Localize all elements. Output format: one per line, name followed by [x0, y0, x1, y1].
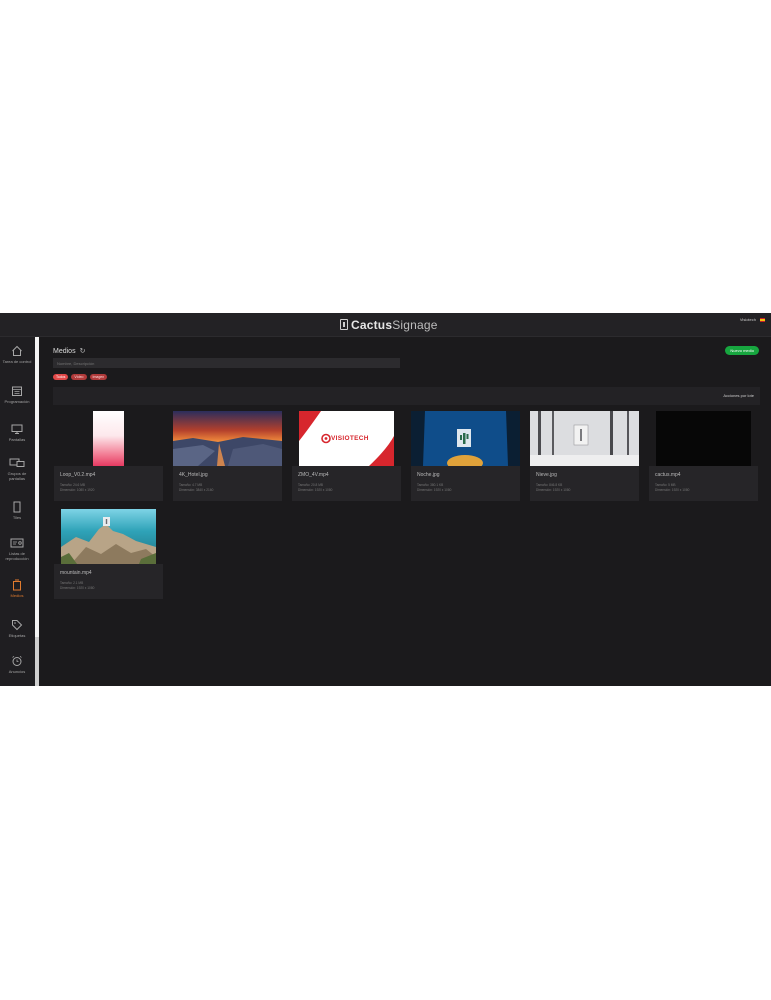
sidebar: Tarea de control Programación Pantallas …: [0, 337, 36, 686]
media-thumbnail[interactable]: [173, 411, 282, 466]
media-dimension: Dimensión: 1920 x 1080: [417, 487, 452, 492]
sidebar-item-medios[interactable]: Medios: [0, 579, 34, 598]
brand-name-bold: Cactus: [351, 317, 393, 332]
media-info: Nieve.jpg Tamaño: 846.8 KB Dimensión: 19…: [530, 466, 639, 501]
media-dimension: Dimensión: 3840 x 2160: [179, 487, 214, 492]
refresh-icon[interactable]: ↻: [80, 347, 86, 355]
sidebar-item-programacion[interactable]: Programación: [0, 385, 34, 404]
media-filename: mountain.mp4: [60, 570, 92, 576]
media-thumbnail[interactable]: VISIOTECH: [292, 411, 401, 466]
page-title: Medios: [53, 347, 76, 355]
sidebar-item-label: Pantallas: [8, 437, 26, 442]
media-dimension: Dimensión: 1080 x 1920: [60, 487, 95, 492]
batch-actions-bar: Acciones por lote: [53, 387, 760, 405]
sidebar-item-label: Etiquetas: [8, 633, 26, 638]
screens-group-icon: [9, 458, 25, 467]
media-card[interactable]: Nieve.jpg Tamaño: 846.8 KB Dimensión: 19…: [530, 411, 639, 501]
sidebar-item-tiles[interactable]: Tiles: [0, 501, 34, 520]
media-icon: [13, 579, 21, 591]
user-menu[interactable]: Visiotech: [740, 317, 765, 322]
sidebar-item-label: Grupos de pantallas: [7, 471, 27, 481]
media-filename: cactus.mp4: [655, 472, 681, 478]
main-content: Medios ↻ Nuevo medio Todos Vídeo Imagen …: [40, 337, 771, 686]
media-card[interactable]: VISIOTECH ZMO_4V.mp4 Tamaño: 20.8 MB Dim…: [292, 411, 401, 501]
media-filename: Loop_V0.2.mp4: [60, 472, 96, 478]
playlist-icon: [10, 538, 24, 548]
tile-icon: [13, 501, 21, 513]
search-input[interactable]: [53, 358, 400, 368]
cactus-logo-icon: [340, 319, 348, 330]
media-filename: 4K_Hotel.jpg: [179, 472, 208, 478]
media-card[interactable]: Loop_V0.2.mp4 Tamaño: 24.6 MB Dimensión:…: [54, 411, 163, 501]
media-info: Loop_V0.2.mp4 Tamaño: 24.6 MB Dimensión:…: [54, 466, 163, 501]
media-info: 4K_Hotel.jpg Tamaño: 4.7 MB Dimensión: 3…: [173, 466, 282, 501]
sidebar-item-label: Programación: [4, 399, 30, 404]
media-dimension: Dimensión: 1920 x 1080: [298, 487, 333, 492]
alarm-icon: [12, 655, 22, 666]
media-info: mountain.mp4 Tamaño: 2.1 MB Dimensión: 1…: [54, 564, 163, 599]
title-row: Medios ↻: [53, 347, 86, 356]
night-cactus-image: [411, 411, 520, 466]
media-thumbnail[interactable]: [54, 411, 163, 466]
sidebar-item-label: Tiles: [12, 515, 22, 520]
sunset-rocks-image: [173, 411, 282, 466]
filter-chips: Todos Vídeo Imagen: [53, 374, 108, 380]
media-info: ZMO_4V.mp4 Tamaño: 20.8 MB Dimensión: 19…: [292, 466, 401, 501]
sidebar-item-label: Anuncios: [8, 669, 26, 674]
sidebar-item-pantallas[interactable]: Pantallas: [0, 423, 34, 442]
media-thumbnail[interactable]: [411, 411, 520, 466]
media-card[interactable]: mountain.mp4 Tamaño: 2.1 MB Dimensión: 1…: [54, 509, 163, 599]
sidebar-item-label: Medios: [10, 593, 24, 598]
media-filename: Noche.jpg: [417, 472, 440, 478]
filter-image-chip[interactable]: Imagen: [89, 374, 108, 380]
tag-icon: [12, 620, 23, 631]
media-thumbnail[interactable]: [649, 411, 758, 466]
media-info: cactus.mp4 Tamaño: 5 MB Dimensión: 1920 …: [649, 466, 758, 501]
brand-logo[interactable]: CactusSignage: [340, 316, 438, 333]
media-card[interactable]: Noche.jpg Tamaño: 380.1 KB Dimensión: 19…: [411, 411, 520, 501]
batch-actions-button[interactable]: Acciones por lote: [723, 393, 754, 398]
media-card[interactable]: 4K_Hotel.jpg Tamaño: 4.7 MB Dimensión: 3…: [173, 411, 282, 501]
brand-name-light: Signage: [392, 317, 438, 332]
sidebar-scrollbar-thumb[interactable]: [35, 337, 39, 637]
media-dimension: Dimensión: 1920 x 1080: [536, 487, 571, 492]
home-icon: [12, 345, 22, 356]
app-window: CactusSignage Visiotech Tarea de control…: [0, 313, 771, 686]
media-thumbnail[interactable]: [530, 411, 639, 466]
mountain-sea-image: [61, 509, 156, 564]
sidebar-item-grupos[interactable]: Grupos de pantallas: [0, 457, 34, 481]
media-card[interactable]: cactus.mp4 Tamaño: 5 MB Dimensión: 1920 …: [649, 411, 758, 501]
visiotech-logo-text: VISIOTECH: [331, 435, 369, 442]
new-media-button[interactable]: Nuevo medio: [725, 346, 759, 355]
filter-all-chip[interactable]: Todos: [53, 374, 69, 380]
media-dimension: Dimensión: 1920 x 1080: [655, 487, 690, 492]
media-dimension: Dimensión: 1920 x 1080: [60, 585, 95, 590]
media-filename: ZMO_4V.mp4: [298, 472, 329, 478]
monitor-icon: [11, 424, 23, 434]
top-bar: CactusSignage Visiotech: [0, 313, 771, 337]
calendar-icon: [12, 386, 22, 396]
sidebar-item-dashboard[interactable]: Tarea de control: [0, 345, 34, 364]
media-thumbnail[interactable]: [54, 509, 163, 564]
sidebar-item-etiquetas[interactable]: Etiquetas: [0, 619, 34, 638]
sidebar-item-anuncios[interactable]: Anuncios: [0, 655, 34, 674]
filter-video-chip[interactable]: Vídeo: [71, 374, 87, 380]
sidebar-item-listas[interactable]: Listas de reproducción: [0, 537, 34, 561]
sidebar-item-label: Listas de reproducción: [5, 551, 29, 561]
sidebar-item-label: Tarea de control: [2, 359, 32, 364]
spain-flag-icon[interactable]: [760, 317, 765, 322]
media-info: Noche.jpg Tamaño: 380.1 KB Dimensión: 19…: [411, 466, 520, 501]
user-name: Visiotech: [739, 317, 756, 322]
snow-forest-image: [530, 411, 639, 466]
media-filename: Nieve.jpg: [536, 472, 557, 478]
